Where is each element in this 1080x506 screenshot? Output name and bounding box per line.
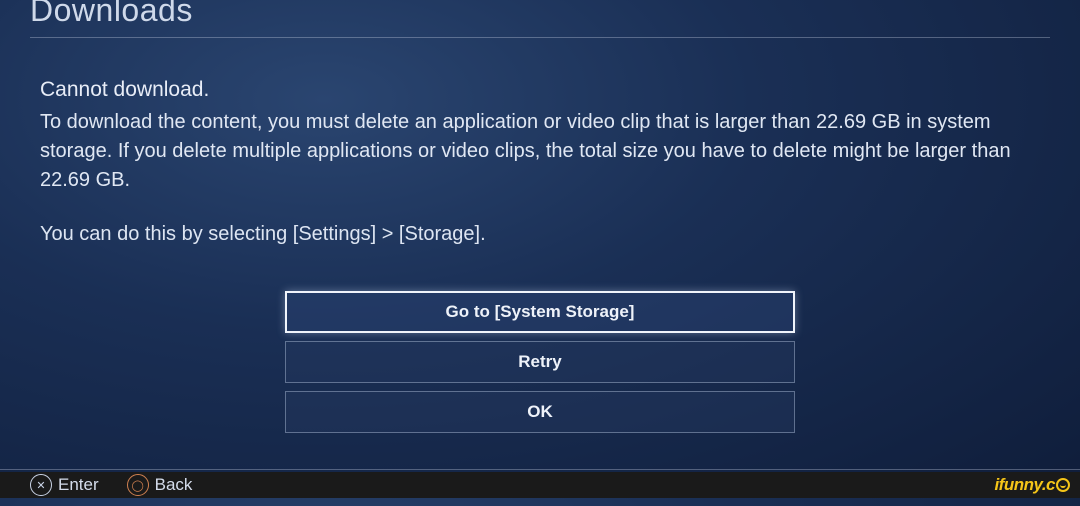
circle-icon: ◯ <box>127 474 149 496</box>
error-body: To download the content, you must delete… <box>40 108 1030 195</box>
footer-divider <box>0 469 1080 470</box>
ok-button[interactable]: OK <box>285 391 795 433</box>
error-message: Cannot download. To download the content… <box>30 78 1030 246</box>
cross-icon: ✕ <box>30 474 52 496</box>
back-hint: ◯ Back <box>127 474 193 496</box>
watermark: ifunny.c <box>972 472 1080 498</box>
error-title: Cannot download. <box>40 78 1030 102</box>
page-title: Downloads <box>30 0 1050 37</box>
button-group: Go to [System Storage] Retry OK <box>30 291 1050 433</box>
footer-controls: ✕ Enter ◯ Back <box>30 474 192 496</box>
back-label: Back <box>155 475 193 495</box>
smile-icon <box>1056 478 1070 492</box>
header-divider <box>30 37 1050 38</box>
watermark-text: ifunny.c <box>994 475 1055 495</box>
enter-label: Enter <box>58 475 99 495</box>
retry-button[interactable]: Retry <box>285 341 795 383</box>
error-hint: You can do this by selecting [Settings] … <box>40 223 1030 246</box>
enter-hint: ✕ Enter <box>30 474 99 496</box>
goto-system-storage-button[interactable]: Go to [System Storage] <box>285 291 795 333</box>
